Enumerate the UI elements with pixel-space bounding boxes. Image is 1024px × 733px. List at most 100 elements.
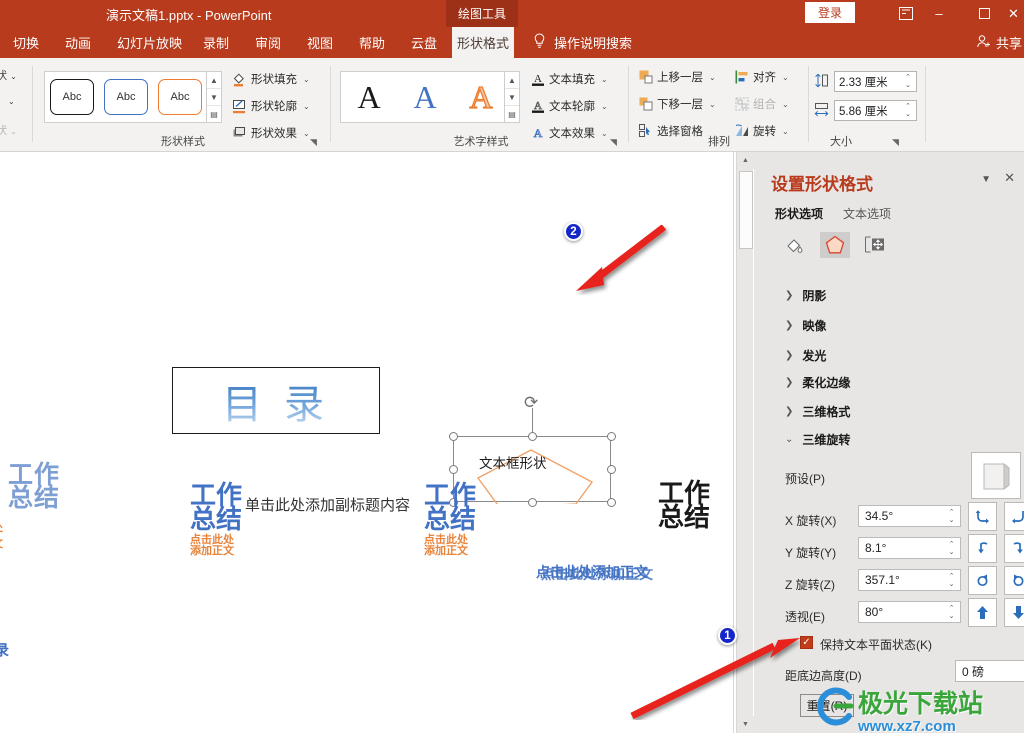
wordart-scroll-down-icon[interactable]: ▼ — [505, 89, 519, 106]
cutoff-item-1[interactable]: 状 ⌄ — [0, 67, 17, 83]
pane-section-3d-rotation[interactable]: ⌄ 三维旋转 — [785, 431, 850, 448]
shape-styles-gallery[interactable]: Abc Abc Abc ▲ ▼ ▤ — [44, 71, 222, 123]
preset-thumbnail-button[interactable] — [971, 452, 1021, 499]
pane-section-reflection[interactable]: ❯ 映像 — [785, 317, 826, 334]
sign-in-button[interactable]: 登录 — [805, 2, 855, 23]
size-properties-icon[interactable] — [860, 232, 890, 258]
resize-handle-ne[interactable] — [607, 432, 616, 441]
z-rotation-spinner[interactable]: ⌃ ⌄ — [946, 572, 957, 589]
resize-handle-s[interactable] — [528, 498, 537, 507]
perspective-spinner[interactable]: ⌃ ⌄ — [946, 604, 957, 621]
fill-line-icon[interactable] — [780, 232, 810, 258]
shape-height-input[interactable]: 2.33 厘米 ⌃ ⌄ — [834, 71, 917, 92]
distance-from-ground-input[interactable]: 0 磅 — [955, 660, 1024, 682]
pane-section-glow[interactable]: ❯ 发光 — [785, 347, 826, 364]
resize-handle-w[interactable] — [449, 465, 458, 474]
tab-qiehuan[interactable]: 切换 — [4, 27, 48, 58]
pane-section-3d-format[interactable]: ❯ 三维格式 — [785, 403, 850, 420]
shape-style-thumb-blue[interactable]: Abc — [104, 79, 148, 115]
send-backward-button[interactable]: 下移一层 ⌄ — [638, 96, 716, 112]
close-button[interactable]: ✕ — [1003, 0, 1024, 27]
minimize-button[interactable]: – — [917, 0, 961, 27]
wordart-thumb-orange[interactable]: A — [457, 75, 505, 119]
wordart-more-icon[interactable]: ▤ — [505, 106, 519, 122]
gongzuo-zongjie-block-1[interactable]: 工作 总结 — [8, 463, 60, 511]
shape-width-input[interactable]: 5.86 厘米 ⌃ ⌄ — [834, 100, 917, 121]
rotate-x-reverse-icon[interactable] — [1004, 502, 1024, 531]
canvas-vertical-scrollbar[interactable]: ▲ ▼ — [736, 152, 754, 733]
bring-forward-button[interactable]: 上移一层 ⌄ — [638, 69, 716, 85]
y-rotation-spinner[interactable]: ⌃ ⌄ — [946, 540, 957, 557]
rotate-z-reverse-icon[interactable] — [1004, 566, 1024, 595]
tab-yunpan[interactable]: 云盘 — [402, 27, 446, 58]
gongzuo-zongjie-block-4[interactable]: 工作 总结 — [658, 480, 710, 530]
rotate-x-icon[interactable] — [968, 502, 997, 531]
tab-huandengpian[interactable]: 幻灯片放映 — [108, 27, 191, 58]
size-dialog-launcher[interactable]: ◥ — [892, 137, 904, 149]
resize-handle-se[interactable] — [607, 498, 616, 507]
x-rotation-input[interactable]: 34.5° ⌃ ⌄ — [858, 505, 961, 527]
body-placeholder-blue-b[interactable]: 点击此处添加正文 — [541, 564, 653, 584]
tab-bangzhu[interactable]: 帮助 — [350, 27, 394, 58]
pane-close-icon[interactable]: ✕ — [1004, 170, 1015, 186]
scroll-up-icon[interactable]: ▲ — [737, 152, 754, 169]
gallery-scroll-down-icon[interactable]: ▼ — [207, 89, 221, 106]
gongzuo-zongjie-block-2[interactable]: 工作 总结 点击此处 添加正文 — [190, 482, 242, 558]
resize-handle-e[interactable] — [607, 465, 616, 474]
resize-handle-n[interactable] — [528, 432, 537, 441]
gongzuo-zongjie-block-3[interactable]: 工作 总结 点击此处 添加正文 — [424, 482, 476, 558]
scroll-down-icon[interactable]: ▼ — [737, 716, 754, 733]
gallery-scroll-up-icon[interactable]: ▲ — [207, 72, 221, 89]
keep-text-flat-checkbox[interactable]: ✓ — [800, 636, 813, 649]
effects-pentagon-icon[interactable] — [820, 232, 850, 258]
shape-style-thumb-orange[interactable]: Abc — [158, 79, 202, 115]
pane-tab-text-options[interactable]: 文本选项 — [843, 205, 891, 222]
shape-fill-button[interactable]: 形状填充 ⌄ — [232, 71, 310, 87]
pane-section-soft-edges[interactable]: ❯ 柔化边缘 — [785, 374, 850, 391]
align-button[interactable]: 对齐 ⌄ — [734, 69, 789, 85]
pane-section-shadow[interactable]: ❯ 阴影 — [785, 287, 826, 304]
y-rotation-input[interactable]: 8.1° ⌃ ⌄ — [858, 537, 961, 559]
z-rotation-input[interactable]: 357.1° ⌃ ⌄ — [858, 569, 961, 591]
tab-luzhi[interactable]: 录制 — [194, 27, 238, 58]
wordart-thumb-blue[interactable]: A — [401, 75, 449, 119]
reset-button[interactable]: 重置(R) — [800, 694, 854, 717]
slide-canvas[interactable]: 目 录 ⟳ 文本框形状 工作 总结 处 文 工作 — [0, 152, 734, 733]
gallery-more-icon[interactable]: ▤ — [207, 106, 221, 122]
pane-dropdown-icon[interactable]: ▼ — [981, 174, 991, 185]
subtitle-placeholder[interactable]: 单击此处添加副标题内容 — [245, 494, 410, 515]
text-outline-button[interactable]: A 文本轮廓 ⌄ — [530, 98, 608, 114]
cutoff-item-2[interactable]: ⌄ — [8, 95, 15, 107]
share-button[interactable]: 共享 — [976, 27, 1022, 58]
tab-shitu[interactable]: 视图 — [298, 27, 342, 58]
resize-handle-nw[interactable] — [449, 432, 458, 441]
rotate-y-icon[interactable] — [968, 534, 997, 563]
shape-style-thumb-black[interactable]: Abc — [50, 79, 94, 115]
pane-tab-shape-options[interactable]: 形状选项 — [775, 205, 823, 222]
rotate-y-reverse-icon[interactable] — [1004, 534, 1024, 563]
wordart-scroll-up-icon[interactable]: ▲ — [505, 72, 519, 89]
wordart-scroll-buttons[interactable]: ▲ ▼ ▤ — [504, 72, 519, 122]
tab-donghua[interactable]: 动画 — [56, 27, 100, 58]
toc-textbox[interactable]: 目 录 — [172, 367, 380, 434]
shape-width-spinner[interactable]: ⌃ ⌄ — [902, 102, 914, 119]
wordart-dialog-launcher[interactable]: ◥ — [610, 137, 622, 149]
wordart-thumb-black[interactable]: A — [345, 75, 393, 119]
text-fill-button[interactable]: A 文本填充 ⌄ — [530, 71, 608, 87]
perspective-decrease-icon[interactable] — [1004, 598, 1024, 627]
x-rotation-spinner[interactable]: ⌃ ⌄ — [946, 508, 957, 525]
scrollbar-thumb[interactable] — [739, 171, 753, 249]
tell-me-search[interactable]: 操作说明搜索 — [533, 27, 632, 58]
gallery-scroll-buttons[interactable]: ▲ ▼ ▤ — [206, 72, 221, 122]
wordart-gallery[interactable]: A A A ▲ ▼ ▤ — [340, 71, 520, 123]
perspective-increase-icon[interactable] — [968, 598, 997, 627]
tab-xingzhuanggeshi[interactable]: 形状格式 — [452, 27, 514, 58]
tab-shenyue[interactable]: 审阅 — [246, 27, 290, 58]
shape-outline-button[interactable]: 形状轮廓 ⌄ — [232, 98, 310, 114]
shape-styles-dialog-launcher[interactable]: ◥ — [310, 137, 322, 149]
shape-text-content[interactable]: 文本框形状 — [479, 455, 589, 473]
shape-height-spinner[interactable]: ⌃ ⌄ — [902, 73, 914, 90]
maximize-button[interactable] — [962, 0, 1006, 27]
perspective-input[interactable]: 80° ⌃ ⌄ — [858, 601, 961, 623]
rotate-z-icon[interactable] — [968, 566, 997, 595]
